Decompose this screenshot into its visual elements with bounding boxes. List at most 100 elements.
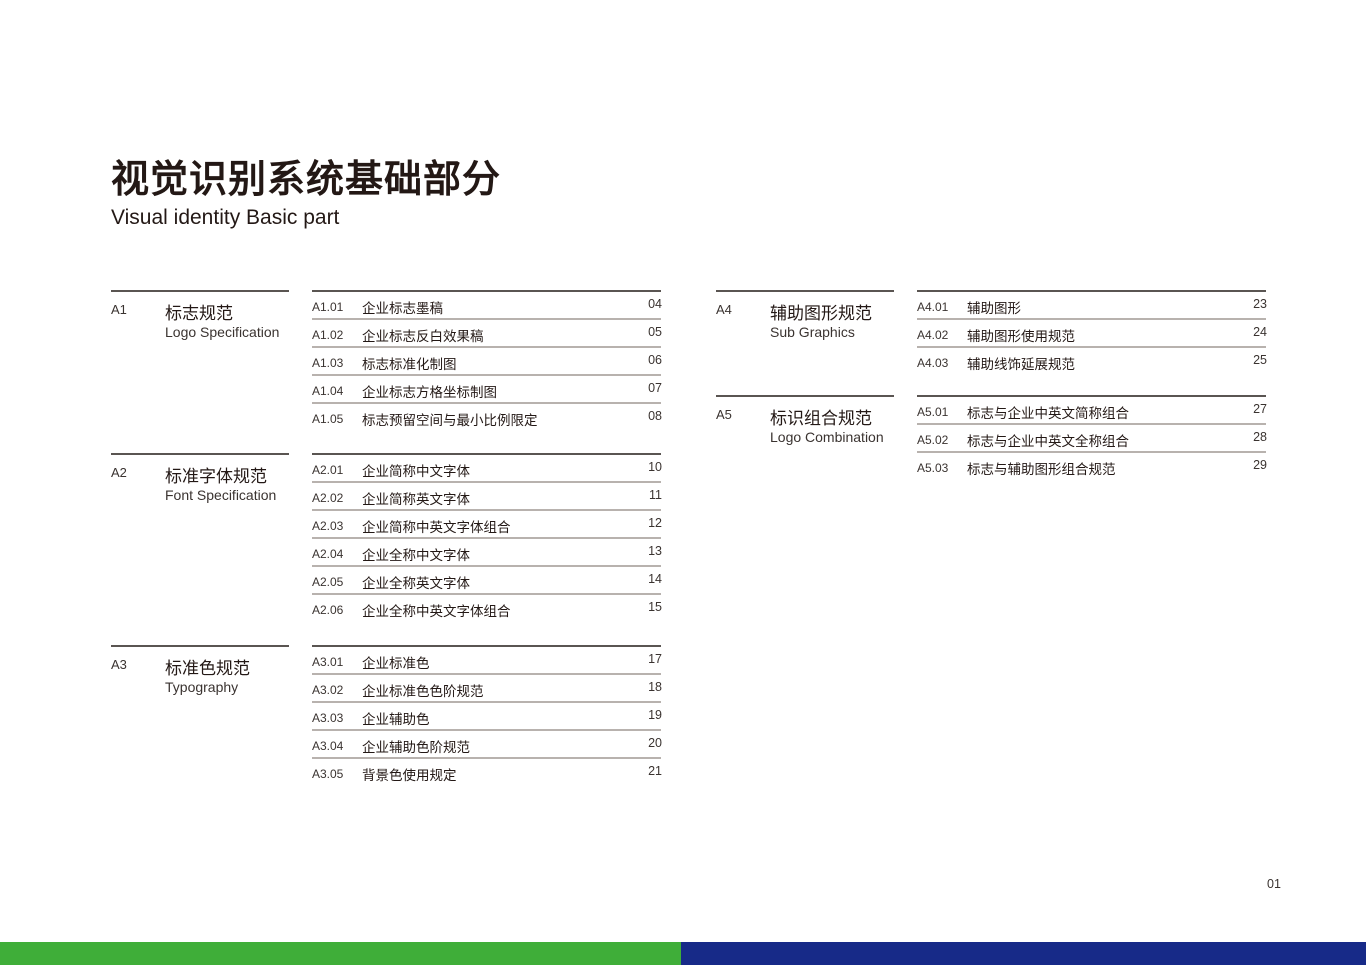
item-title: 企业简称中英文字体组合 xyxy=(362,520,511,536)
section-code: A3 xyxy=(111,657,127,672)
section-item-list: A3.01 企业标准色 17 A3.02 企业标准色色阶规范 18 A3.03 企业辅助色… xyxy=(312,645,662,787)
section-rule xyxy=(111,453,289,455)
toc-item[interactable]: A1.03 标志标准化制图 06 xyxy=(312,348,662,376)
section-code: A2 xyxy=(111,465,127,480)
item-code: A5.02 xyxy=(917,433,949,447)
section-title-cn[interactable]: 标识组合规范 xyxy=(770,404,872,429)
item-page: 10 xyxy=(648,460,662,474)
toc-item[interactable]: A5.03 标志与辅助图形组合规范 29 xyxy=(917,453,1267,481)
section-title-cn[interactable]: 标志规范 xyxy=(165,299,233,324)
item-code: A4.01 xyxy=(917,300,949,314)
item-code: A2.01 xyxy=(312,463,344,477)
item-code: A4.02 xyxy=(917,328,949,342)
item-title: 企业标志方格坐标制图 xyxy=(362,385,497,401)
section-rule xyxy=(111,290,289,292)
item-page: 07 xyxy=(648,381,662,395)
toc-item[interactable]: A2.02 企业简称英文字体 11 xyxy=(312,483,662,511)
section-title-en: Font Specification xyxy=(165,487,277,503)
item-page: 13 xyxy=(648,544,662,558)
item-title: 辅助图形 xyxy=(967,301,1021,317)
section-item-list: A4.01 辅助图形 23 A4.02 辅助图形使用规范 24 A4.03 辅助线饰延展规… xyxy=(917,290,1267,376)
section-title-en: Logo Specification xyxy=(165,324,280,340)
item-page: 28 xyxy=(1253,430,1267,444)
item-title: 企业简称英文字体 xyxy=(362,492,470,508)
toc-item[interactable]: A1.04 企业标志方格坐标制图 07 xyxy=(312,376,662,404)
section-item-list: A1.01 企业标志墨稿 04 A1.02 企业标志反白效果稿 05 A1.03 标志标准… xyxy=(312,290,662,432)
toc-item[interactable]: A1.01 企业标志墨稿 04 xyxy=(312,292,662,320)
item-page: 17 xyxy=(648,652,662,666)
item-title: 背景色使用规定 xyxy=(362,768,457,784)
toc-item[interactable]: A2.06 企业全称中英文字体组合 15 xyxy=(312,595,662,623)
item-code: A1.01 xyxy=(312,300,344,314)
item-page: 24 xyxy=(1253,325,1267,339)
item-code: A1.03 xyxy=(312,356,344,370)
toc-item[interactable]: A3.03 企业辅助色 19 xyxy=(312,703,662,731)
item-code: A2.02 xyxy=(312,491,344,505)
toc-item[interactable]: A4.03 辅助线饰延展规范 25 xyxy=(917,348,1267,376)
toc-item[interactable]: A3.04 企业辅助色阶规范 20 xyxy=(312,731,662,759)
item-title: 辅助图形使用规范 xyxy=(967,329,1075,345)
section-title-en: Sub Graphics xyxy=(770,324,855,340)
page-title-en: Visual identity Basic part xyxy=(111,206,340,229)
toc-item[interactable]: A5.02 标志与企业中英文全称组合 28 xyxy=(917,425,1267,453)
item-title: 辅助线饰延展规范 xyxy=(967,357,1075,373)
section-title-cn[interactable]: 标准字体规范 xyxy=(165,462,267,487)
item-code: A1.04 xyxy=(312,384,344,398)
toc-item[interactable]: A2.01 企业简称中文字体 10 xyxy=(312,455,662,483)
item-title: 标志标准化制图 xyxy=(362,357,457,373)
item-code: A5.01 xyxy=(917,405,949,419)
section-title-en: Typography xyxy=(165,679,239,695)
page-number: 01 xyxy=(1267,877,1281,891)
toc-item[interactable]: A1.05 标志预留空间与最小比例限定 08 xyxy=(312,404,662,432)
item-page: 25 xyxy=(1253,353,1267,367)
item-title: 企业全称中英文字体组合 xyxy=(362,604,511,620)
toc-item[interactable]: A3.01 企业标准色 17 xyxy=(312,647,662,675)
item-code: A4.03 xyxy=(917,356,949,370)
item-title: 企业辅助色阶规范 xyxy=(362,740,470,756)
item-page: 21 xyxy=(648,764,662,778)
section-title-cn[interactable]: 标准色规范 xyxy=(165,654,250,679)
section-rule xyxy=(716,290,894,292)
item-title: 企业全称中文字体 xyxy=(362,548,470,564)
toc-item[interactable]: A3.02 企业标准色色阶规范 18 xyxy=(312,675,662,703)
item-code: A2.05 xyxy=(312,575,344,589)
section-title-cn[interactable]: 辅助图形规范 xyxy=(770,299,872,324)
item-code: A2.04 xyxy=(312,547,344,561)
item-code: A3.02 xyxy=(312,683,344,697)
toc-item[interactable]: A3.05 背景色使用规定 21 xyxy=(312,759,662,787)
item-page: 23 xyxy=(1253,297,1267,311)
item-title: 标志预留空间与最小比例限定 xyxy=(362,413,538,429)
toc-item[interactable]: A2.04 企业全称中文字体 13 xyxy=(312,539,662,567)
item-page: 29 xyxy=(1253,458,1267,472)
toc-item[interactable]: A4.01 辅助图形 23 xyxy=(917,292,1267,320)
item-code: A2.03 xyxy=(312,519,344,533)
toc-item[interactable]: A2.03 企业简称中英文字体组合 12 xyxy=(312,511,662,539)
item-code: A2.06 xyxy=(312,603,344,617)
toc-item[interactable]: A2.05 企业全称英文字体 14 xyxy=(312,567,662,595)
item-code: A5.03 xyxy=(917,461,949,475)
section-item-list: A2.01 企业简称中文字体 10 A2.02 企业简称英文字体 11 A2.03 企业简… xyxy=(312,453,662,623)
item-page: 18 xyxy=(648,680,662,694)
item-page: 19 xyxy=(648,708,662,722)
item-page: 12 xyxy=(648,516,662,530)
toc-item[interactable]: A1.02 企业标志反白效果稿 05 xyxy=(312,320,662,348)
item-title: 企业标志墨稿 xyxy=(362,301,443,317)
item-title: 标志与辅助图形组合规范 xyxy=(967,462,1116,478)
item-page: 14 xyxy=(648,572,662,586)
item-page: 06 xyxy=(648,353,662,367)
item-title: 企业标志反白效果稿 xyxy=(362,329,484,345)
section-code: A5 xyxy=(716,407,732,422)
item-code: A3.05 xyxy=(312,767,344,781)
item-title: 标志与企业中英文全称组合 xyxy=(967,434,1129,450)
item-page: 08 xyxy=(648,409,662,423)
item-code: A3.03 xyxy=(312,711,344,725)
footer-bar-green xyxy=(0,942,681,965)
section-item-list: A5.01 标志与企业中英文简称组合 27 A5.02 标志与企业中英文全称组合 28 … xyxy=(917,395,1267,481)
item-title: 标志与企业中英文简称组合 xyxy=(967,406,1129,422)
section-code: A4 xyxy=(716,302,732,317)
toc-item[interactable]: A4.02 辅助图形使用规范 24 xyxy=(917,320,1267,348)
item-title: 企业标准色色阶规范 xyxy=(362,684,484,700)
item-title: 企业简称中文字体 xyxy=(362,464,470,480)
item-code: A3.04 xyxy=(312,739,344,753)
toc-item[interactable]: A5.01 标志与企业中英文简称组合 27 xyxy=(917,397,1267,425)
